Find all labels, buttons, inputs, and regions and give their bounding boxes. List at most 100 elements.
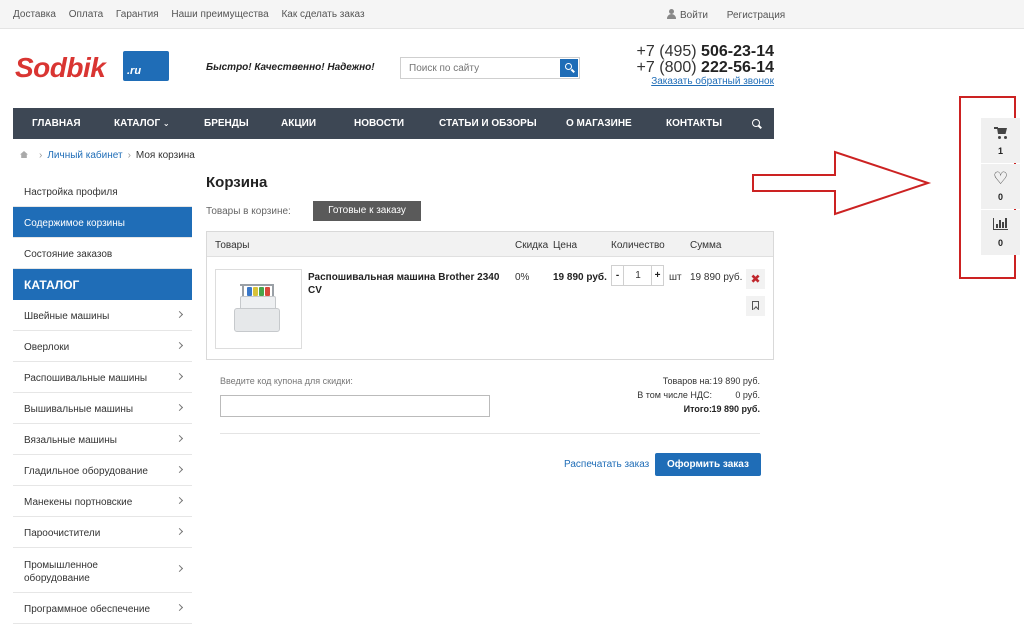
login-link[interactable]: Войти bbox=[667, 9, 716, 21]
chevron-right-icon bbox=[175, 372, 184, 381]
top-link-delivery[interactable]: Доставка bbox=[13, 9, 56, 20]
catalog-item-label: Манекены портновские bbox=[24, 497, 133, 508]
catalog-item-knitting[interactable]: Вязальные машины bbox=[13, 424, 192, 455]
cart-table: Товары Скидка Цена Количество Сумма Расп… bbox=[206, 231, 774, 360]
ready-to-order-tab[interactable]: Готовые к заказу bbox=[313, 201, 421, 221]
quantity-increase-button[interactable]: + bbox=[651, 266, 663, 285]
col-discount: Скидка bbox=[515, 240, 549, 251]
nav-item-news[interactable]: НОВОСТИ bbox=[354, 118, 404, 129]
col-quantity: Количество bbox=[611, 240, 665, 251]
catalog-item-overlock[interactable]: Оверлоки bbox=[13, 331, 192, 362]
catalog-item-label: Вышивальные машины bbox=[24, 404, 134, 415]
catalog-item-label: Промышленное оборудование bbox=[24, 560, 98, 584]
totals-goods-value: 19 890 руб. bbox=[712, 376, 760, 386]
totals-vat-value: 0 руб. bbox=[735, 390, 760, 400]
sidebar-item-cart-contents[interactable]: Содержимое корзины bbox=[13, 207, 192, 238]
catalog-item-embroidery[interactable]: Вышивальные машины bbox=[13, 393, 192, 424]
phone-1-number: 506-23-14 bbox=[701, 43, 774, 60]
catalog-item-industrial[interactable]: Промышленное оборудование bbox=[13, 548, 192, 593]
cart-totals: Товаров на: 19 890 руб. В том числе НДС:… bbox=[560, 376, 760, 418]
heart-icon: ♡ bbox=[993, 169, 1009, 188]
checkout-button[interactable]: Оформить заказ bbox=[655, 453, 761, 476]
in-cart-label: Товары в корзине: bbox=[206, 206, 291, 217]
top-link-how-to-order[interactable]: Как сделать заказ bbox=[281, 9, 364, 20]
nav-item-brands[interactable]: БРЕНДЫ bbox=[204, 118, 249, 129]
delete-item-button[interactable]: ✖ bbox=[746, 269, 765, 289]
chevron-right-icon bbox=[175, 564, 184, 573]
login-label: Войти bbox=[680, 10, 708, 21]
top-link-advantages[interactable]: Наши преимущества bbox=[171, 9, 268, 20]
home-icon[interactable] bbox=[20, 151, 28, 158]
breadcrumb-current: Моя корзина bbox=[135, 150, 195, 161]
totals-grand-label: Итого: bbox=[683, 404, 712, 414]
chevron-right-icon bbox=[175, 403, 184, 412]
totals-vat-label: В том числе НДС: bbox=[637, 390, 712, 400]
catalog-item-label: Программное обеспечение bbox=[24, 604, 151, 615]
chevron-right-icon bbox=[175, 527, 184, 536]
chevron-right-icon bbox=[175, 465, 184, 474]
floating-cart-widget[interactable]: 1 bbox=[981, 118, 1020, 163]
catalog-heading: КАТАЛОГ bbox=[13, 269, 192, 300]
catalog-item-ironing[interactable]: Гладильное оборудование bbox=[13, 455, 192, 486]
site-logo[interactable]: Sodbik .ru bbox=[15, 49, 171, 89]
register-link[interactable]: Регистрация bbox=[727, 10, 785, 21]
product-name[interactable]: Распошивальная машина Brother 2340 CV bbox=[308, 271, 508, 297]
totals-vat-row: В том числе НДС: 0 руб. bbox=[560, 390, 760, 404]
catalog-item-label: Пароочистители bbox=[24, 528, 101, 539]
chevron-right-icon bbox=[175, 310, 184, 319]
quantity-decrease-button[interactable]: - bbox=[612, 266, 624, 285]
product-image[interactable] bbox=[215, 269, 302, 349]
cart-table-header: Товары Скидка Цена Количество Сумма bbox=[207, 232, 773, 257]
catalog-item-label: Гладильное оборудование bbox=[24, 466, 148, 477]
catalog-item-mannequins[interactable]: Манекены портновские bbox=[13, 486, 192, 517]
floating-favorites-widget[interactable]: ♡ 0 bbox=[981, 164, 1020, 209]
annotation-arrow bbox=[752, 150, 932, 216]
product-discount: 0% bbox=[515, 272, 530, 283]
cart-count: 1 bbox=[997, 146, 1003, 156]
quantity-input[interactable]: 1 bbox=[625, 266, 651, 285]
cart-icon bbox=[994, 127, 1008, 139]
catalog-item-label: Распошивальные машины bbox=[24, 373, 148, 384]
nav-catalog-label: КАТАЛОГ bbox=[114, 118, 161, 129]
nav-item-catalog[interactable]: КАТАЛОГ ⌄ bbox=[114, 118, 170, 129]
sewing-machine-image bbox=[230, 284, 288, 336]
phone-2[interactable]: +7 (800) 222-56-14 bbox=[560, 60, 774, 76]
top-link-warranty[interactable]: Гарантия bbox=[116, 9, 159, 20]
print-order-link[interactable]: Распечатать заказ bbox=[564, 459, 649, 470]
breadcrumb-separator: › bbox=[39, 150, 43, 161]
postpone-item-button[interactable] bbox=[746, 296, 765, 316]
phone-2-prefix: +7 (800) bbox=[636, 59, 697, 76]
coupon-label: Введите код купона для скидки: bbox=[220, 376, 353, 386]
catalog-item-software[interactable]: Программное обеспечение bbox=[13, 593, 192, 624]
nav-item-about[interactable]: О МАГАЗИНЕ bbox=[566, 118, 632, 129]
sidebar-item-orders[interactable]: Состояние заказов bbox=[13, 238, 192, 269]
catalog-item-sewing[interactable]: Швейные машины bbox=[13, 300, 192, 331]
search-input[interactable] bbox=[401, 58, 559, 78]
top-bar: Доставка Оплата Гарантия Наши преимущест… bbox=[0, 0, 1024, 29]
catalog-item-coverstitch[interactable]: Распошивальные машины bbox=[13, 362, 192, 393]
top-link-payment[interactable]: Оплата bbox=[69, 9, 103, 20]
callback-link[interactable]: Заказать обратный звонок bbox=[560, 76, 774, 87]
nav-search-icon[interactable] bbox=[752, 119, 760, 127]
breadcrumb-cabinet[interactable]: Личный кабинет bbox=[47, 150, 122, 161]
phones: +7 (495) 506-23-14 +7 (800) 222-56-14 За… bbox=[560, 44, 774, 88]
col-product: Товары bbox=[215, 240, 250, 251]
breadcrumb-separator: › bbox=[127, 150, 131, 161]
col-sum: Сумма bbox=[690, 240, 722, 251]
coupon-input[interactable] bbox=[220, 395, 490, 417]
catalog-item-steamers[interactable]: Пароочистители bbox=[13, 517, 192, 548]
phone-1[interactable]: +7 (495) 506-23-14 bbox=[560, 44, 774, 60]
nav-item-contacts[interactable]: КОНТАКТЫ bbox=[666, 118, 722, 129]
nav-item-home[interactable]: ГЛАВНАЯ bbox=[32, 118, 81, 129]
nav-item-sales[interactable]: АКЦИИ bbox=[281, 118, 316, 129]
nav-item-articles[interactable]: СТАТЬИ И ОБЗОРЫ bbox=[439, 118, 537, 129]
chevron-down-icon: ⌄ bbox=[162, 119, 170, 128]
chevron-right-icon bbox=[175, 603, 184, 612]
top-links: Доставка Оплата Гарантия Наши преимущест… bbox=[13, 9, 375, 20]
totals-goods-label: Товаров на: bbox=[662, 376, 712, 386]
logo-text: Sodbik bbox=[15, 52, 106, 83]
floating-compare-widget[interactable]: 0 bbox=[981, 210, 1020, 255]
logo-suffix: .ru bbox=[127, 65, 142, 77]
divider bbox=[220, 433, 760, 434]
sidebar-item-profile[interactable]: Настройка профиля bbox=[13, 176, 192, 207]
